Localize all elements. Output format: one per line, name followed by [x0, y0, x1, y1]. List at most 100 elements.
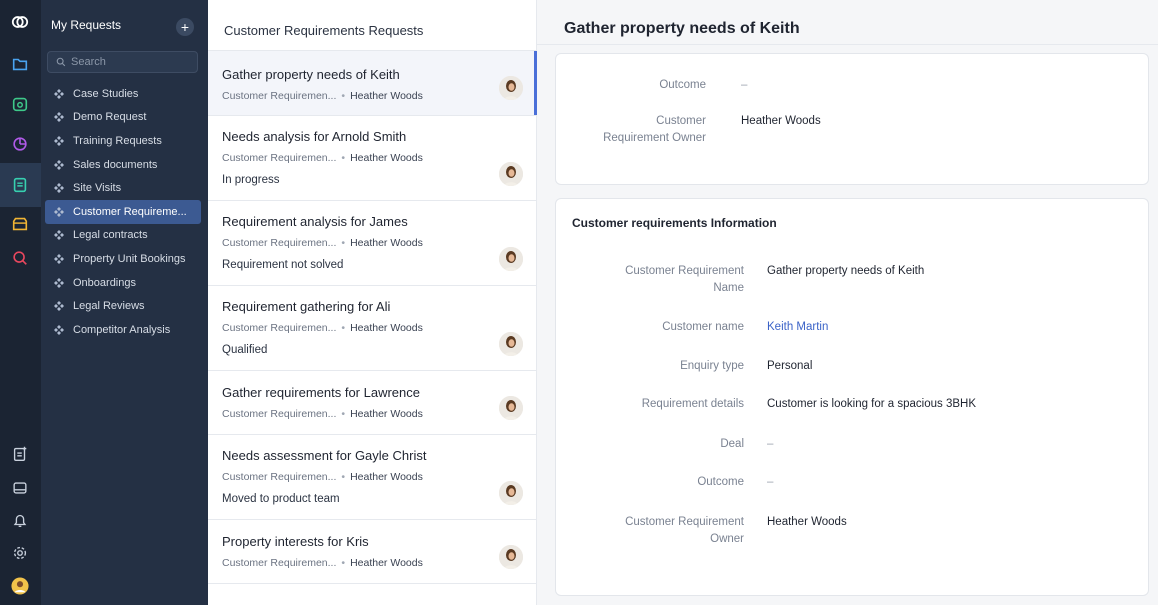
module-icon [54, 277, 64, 288]
record-card[interactable]: Needs assessment for Gayle Christ Custome… [208, 435, 537, 520]
record-card[interactable]: Needs analysis for Arnold Smith Customer … [208, 116, 537, 201]
record-detail-panel: Gather property needs of Keith Outcome –… [537, 0, 1158, 605]
record-card-separator: • [341, 237, 346, 249]
list-title: Customer Requirements Requests [224, 23, 424, 38]
record-card-owner: Heather Woods [350, 408, 423, 420]
search-icon [56, 57, 66, 67]
record-card-meta: Customer Requiremen... • Heather Woods [222, 408, 423, 420]
folder-icon[interactable] [8, 52, 32, 76]
sidebar-search[interactable] [47, 51, 198, 73]
sidebar-search-input[interactable] [71, 56, 191, 68]
sidebar-item[interactable]: Sales documents [45, 153, 201, 177]
owner-avatar [499, 332, 523, 356]
owner-avatar [499, 76, 523, 100]
sidebar-item-label: Site Visits [73, 182, 122, 195]
requirement-name-label: Customer Requirement Name [625, 265, 744, 294]
record-card[interactable]: Property interests for Kris Customer Requ… [208, 520, 537, 584]
record-title: Gather property needs of Keith [564, 20, 800, 37]
record-card-separator: • [341, 152, 346, 164]
sidebar-item-label: Sales documents [73, 158, 158, 171]
sidebar-item[interactable]: Legal contracts [45, 224, 201, 248]
module-icon [54, 112, 64, 123]
info-section: Customer requirements Information Custom… [555, 198, 1149, 596]
bell-icon[interactable] [8, 508, 32, 532]
module-icon [54, 88, 64, 99]
enquiry-type-value[interactable]: Personal [767, 358, 812, 375]
sidebar-module-list: Case Studies Demo Request Training Request… [45, 82, 201, 342]
record-card-meta: Customer Requiremen... • Heather Woods [222, 237, 423, 249]
requirement-owner-label: Customer Requirement Owner [625, 516, 744, 545]
add-request-button[interactable]: + [176, 18, 194, 36]
record-card-separator: • [341, 408, 346, 420]
requirement-owner-value[interactable]: Heather Woods [767, 514, 847, 531]
sidebar-item[interactable]: Onboardings [45, 271, 201, 295]
sidebar-item[interactable]: Customer Requireme... [45, 199, 201, 224]
customer-name-link[interactable]: Keith Martin [767, 319, 828, 336]
module-icon [54, 183, 64, 194]
user-avatar[interactable] [8, 574, 32, 598]
record-card-separator: • [341, 90, 346, 102]
record-card-module: Customer Requiremen... [222, 557, 337, 569]
record-card-title: Gather property needs of Keith [222, 67, 400, 82]
record-card-title: Needs assessment for Gayle Christ [222, 448, 427, 463]
record-card-owner: Heather Woods [350, 237, 423, 249]
requirement-details-value[interactable]: Customer is looking for a spacious 3BHK [767, 396, 976, 413]
deal-value[interactable]: – [767, 436, 773, 453]
record-card-separator: • [341, 557, 346, 569]
record-card-separator: • [341, 471, 346, 483]
sidebar-item-label: Onboardings [73, 276, 136, 289]
record-card-title: Property interests for Kris [222, 534, 369, 549]
record-card[interactable]: Requirement analysis for James Customer R… [208, 201, 537, 286]
logo-icon[interactable] [8, 10, 32, 34]
record-card-owner: Heather Woods [350, 322, 423, 334]
record-card-meta: Customer Requiremen... • Heather Woods [222, 471, 423, 483]
summary-outcome-label: Outcome [659, 79, 706, 91]
search-analytics-icon[interactable] [8, 246, 32, 270]
module-icon [54, 230, 64, 241]
sidebar-item[interactable]: Demo Request [45, 106, 201, 130]
owner-avatar [499, 396, 523, 420]
record-card-owner: Heather Woods [350, 152, 423, 164]
detail-header-divider [537, 44, 1158, 45]
deal-label: Deal [720, 438, 744, 450]
info-section-title: Customer requirements Information [572, 216, 777, 230]
module-icon [54, 135, 64, 146]
record-card[interactable]: Gather property needs of Keith Customer R… [208, 51, 537, 116]
calendar-icon[interactable] [8, 92, 32, 116]
notes-icon[interactable] [8, 173, 32, 197]
app-icon-rail [0, 0, 41, 605]
sidebar-item[interactable]: Site Visits [45, 176, 201, 200]
outcome-label: Outcome [697, 476, 744, 488]
summary-owner-value[interactable]: Heather Woods [741, 113, 821, 130]
record-card[interactable]: Gather requirements for Lawrence Customer… [208, 371, 537, 435]
requirement-details-label: Requirement details [641, 398, 744, 410]
record-card-title: Gather requirements for Lawrence [222, 385, 420, 400]
sidebar-item[interactable]: Case Studies [45, 82, 201, 106]
sidebar-item[interactable]: Legal Reviews [45, 294, 201, 318]
board-icon[interactable] [8, 476, 32, 500]
owner-avatar [499, 545, 523, 569]
enquiry-type-label: Enquiry type [680, 360, 744, 372]
sidebar-item-label: Demo Request [73, 111, 147, 124]
outcome-value[interactable]: – [767, 474, 773, 491]
requirement-name-value[interactable]: Gather property needs of Keith [767, 263, 924, 280]
record-card-separator: • [341, 322, 346, 334]
records-list-panel: Customer Requirements Requests Gather pr… [208, 0, 537, 605]
record-card-title: Requirement gathering for Ali [222, 299, 391, 314]
sidebar-title: My Requests [51, 18, 122, 32]
owner-avatar [499, 162, 523, 186]
sidebar-item[interactable]: Property Unit Bookings [45, 247, 201, 271]
sidebar-item[interactable]: Competitor Analysis [45, 318, 201, 342]
record-card-status: Requirement not solved [222, 259, 344, 271]
record-card-title: Requirement analysis for James [222, 214, 408, 229]
summary-outcome-value: – [741, 79, 748, 91]
store-icon[interactable] [8, 212, 32, 236]
sidebar-item-label: Competitor Analysis [73, 323, 171, 336]
new-entry-icon[interactable] [8, 442, 32, 466]
record-card[interactable]: Requirement gathering for Ali Customer Re… [208, 286, 537, 371]
record-card-module: Customer Requiremen... [222, 471, 337, 483]
settings-icon[interactable] [8, 541, 32, 565]
sidebar-item[interactable]: Training Requests [45, 129, 201, 153]
summary-card: Outcome – Customer Requirement Owner Heat… [555, 53, 1149, 185]
pie-chart-icon[interactable] [8, 132, 32, 156]
